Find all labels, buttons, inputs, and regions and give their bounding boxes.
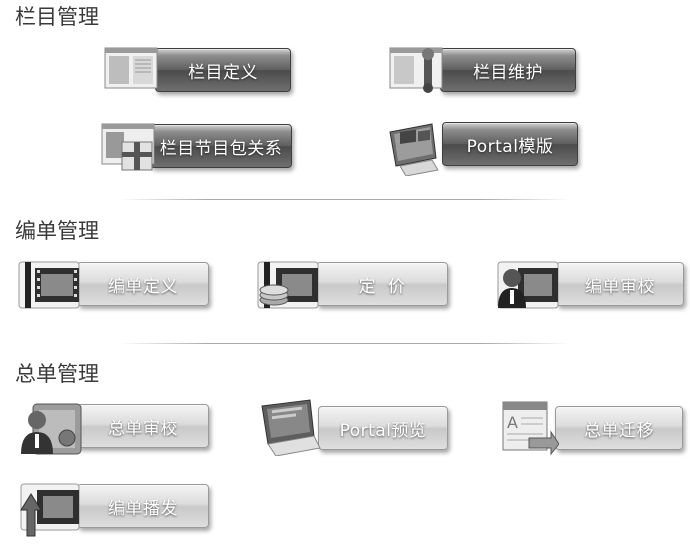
tile-master-migration[interactable]: 总单迁移 A xyxy=(499,401,690,458)
schedule-definition-label: 编单定义 xyxy=(108,276,178,297)
portal-preview-label: Portal预览 xyxy=(339,420,427,441)
tile-pricing[interactable]: 定 价 xyxy=(256,261,450,312)
portal-template-button[interactable]: Portal模版 xyxy=(442,122,578,166)
tile-schedule-definition[interactable]: 编单定义 xyxy=(17,261,211,312)
schedule-broadcast-button[interactable]: 编单播发 xyxy=(77,484,209,528)
tile-portal-template[interactable]: Portal模版 xyxy=(386,122,580,178)
tile-schedule-broadcast[interactable]: 编单播发 xyxy=(17,483,211,540)
tile-schedule-review[interactable]: 编单审校 xyxy=(496,261,690,312)
master-review-label: 总单审校 xyxy=(108,418,178,439)
film-folder-icon xyxy=(17,258,85,312)
column-package-relation-button[interactable]: 栏目节目包关系 xyxy=(150,124,292,168)
divider-2 xyxy=(120,343,570,344)
column-maintenance-label: 栏目维护 xyxy=(473,62,543,83)
section-title-schedule-management: 编单管理 xyxy=(15,219,99,243)
portal-template-label: Portal模版 xyxy=(466,136,554,157)
film-upload-icon xyxy=(17,480,85,538)
master-migration-label: 总单迁移 xyxy=(584,420,654,441)
column-maintenance-button[interactable]: 栏目维护 xyxy=(440,48,576,92)
tile-column-definition[interactable]: 栏目定义 xyxy=(103,47,293,98)
user-card-icon xyxy=(19,400,83,458)
divider-1 xyxy=(120,199,570,200)
book-wrench-icon xyxy=(388,44,446,94)
portal-preview-button[interactable]: Portal预览 xyxy=(318,406,448,450)
pricing-button[interactable]: 定 价 xyxy=(316,262,448,306)
film-user-icon xyxy=(496,258,564,312)
schedule-definition-button[interactable]: 编单定义 xyxy=(77,262,209,306)
monitor-windows-icon xyxy=(386,118,448,176)
column-definition-button[interactable]: 栏目定义 xyxy=(155,48,291,92)
tile-master-review[interactable]: 总单审校 xyxy=(19,403,211,458)
master-review-button[interactable]: 总单审校 xyxy=(77,404,209,448)
schedule-review-label: 编单审校 xyxy=(585,276,655,297)
film-coins-icon xyxy=(256,258,324,312)
document-migrate-icon: A xyxy=(499,398,559,456)
book-gift-icon xyxy=(100,120,160,176)
monitor-preview-icon xyxy=(258,396,322,456)
tile-portal-preview[interactable]: Portal预览 xyxy=(258,399,450,460)
section-title-column-management: 栏目管理 xyxy=(15,5,99,29)
master-migration-button[interactable]: 总单迁移 xyxy=(555,406,683,450)
section-title-master-management: 总单管理 xyxy=(15,362,99,386)
book-pages-icon xyxy=(103,44,161,94)
schedule-review-button[interactable]: 编单审校 xyxy=(556,262,684,306)
tile-column-maintenance[interactable]: 栏目维护 xyxy=(388,47,578,98)
column-package-relation-label: 栏目节目包关系 xyxy=(159,138,283,159)
tile-column-package-relation[interactable]: 栏目节目包关系 xyxy=(100,123,294,176)
schedule-broadcast-label: 编单播发 xyxy=(108,498,178,519)
pricing-label: 定 价 xyxy=(358,276,406,297)
svg-text:A: A xyxy=(507,413,518,432)
column-definition-label: 栏目定义 xyxy=(188,62,258,83)
